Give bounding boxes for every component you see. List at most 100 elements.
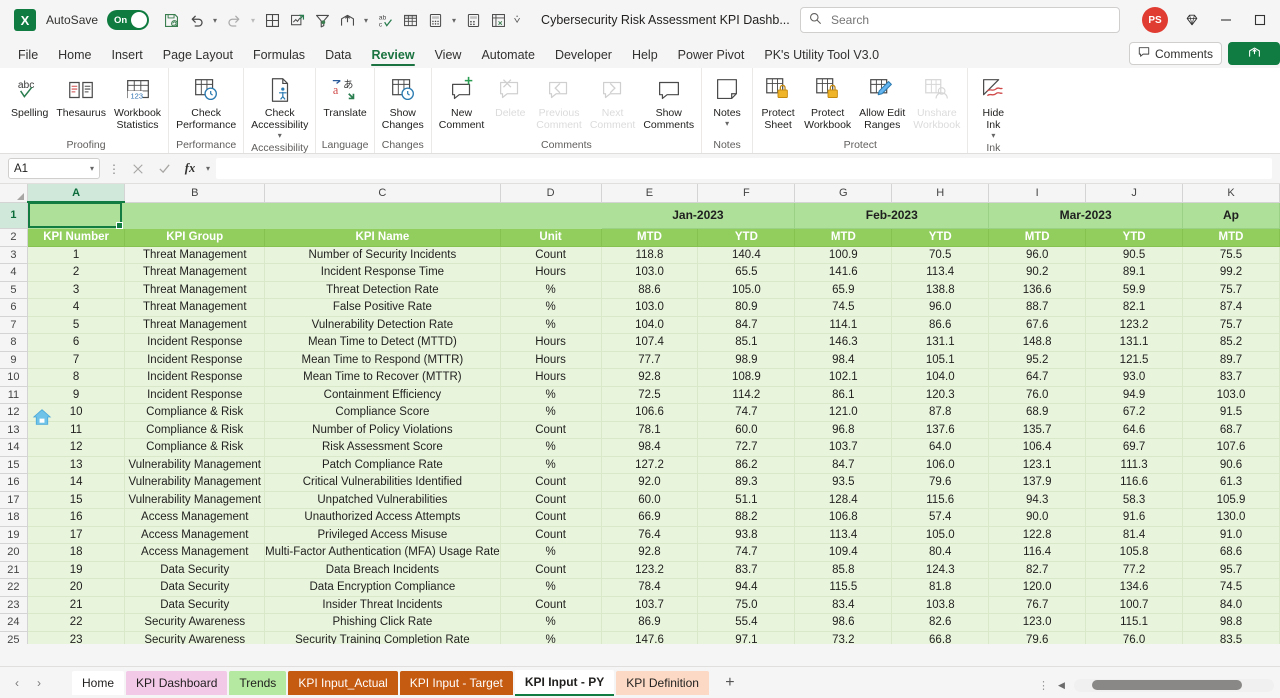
cell-c5[interactable]: Threat Detection Rate — [264, 281, 501, 299]
cell-d16[interactable]: Count — [500, 473, 602, 492]
cell-b13[interactable]: Compliance & Risk — [124, 421, 266, 439]
cell-e3[interactable]: 118.8 — [601, 246, 699, 264]
cell-j24[interactable]: 115.1 — [1085, 613, 1184, 632]
next-sheet-button[interactable]: › — [28, 671, 50, 695]
cell-k9[interactable]: 89.7 — [1182, 351, 1280, 369]
cell-b11[interactable]: Incident Response — [124, 386, 266, 404]
horizontal-scrollbar-thumb[interactable] — [1091, 680, 1242, 690]
cell-c14[interactable]: Risk Assessment Score — [264, 438, 501, 457]
cell-j17[interactable]: 58.3 — [1085, 491, 1184, 509]
cell-a9[interactable]: 7 — [27, 351, 126, 369]
cell-i15[interactable]: 123.1 — [988, 456, 1087, 474]
redo-icon[interactable] — [222, 8, 246, 32]
cell-j5[interactable]: 59.9 — [1085, 281, 1184, 299]
cell-j8[interactable]: 131.1 — [1085, 333, 1184, 352]
spreadsheet-grid[interactable]: A B C D E F G H I J K 1 Jan-2023 Feb-2023 Mar-2023 Ap 2 K… — [0, 184, 1280, 644]
column-header-b[interactable]: B — [124, 184, 266, 203]
cell-k10[interactable]: 83.7 — [1182, 368, 1280, 387]
cell-d13[interactable]: Count — [500, 421, 602, 439]
cell-g8[interactable]: 146.3 — [794, 333, 893, 352]
row-header-16[interactable]: 16 — [0, 473, 28, 492]
cell-j9[interactable]: 121.5 — [1085, 351, 1184, 369]
cell-i10[interactable]: 64.7 — [988, 368, 1087, 387]
cell-g12[interactable]: 121.0 — [794, 403, 893, 422]
cell-f24[interactable]: 55.4 — [697, 613, 796, 632]
cell-g14[interactable]: 103.7 — [794, 438, 893, 457]
cell-g15[interactable]: 84.7 — [794, 456, 893, 474]
cell-i18[interactable]: 90.0 — [988, 508, 1087, 527]
cell-b14[interactable]: Compliance & Risk — [124, 438, 266, 457]
cell-a3[interactable]: 1 — [27, 246, 126, 264]
sheet-tab-kpi-input-actual[interactable]: KPI Input_Actual — [288, 670, 398, 695]
spelling-icon[interactable]: ab c — [373, 8, 397, 32]
cell-b10[interactable]: Incident Response — [124, 368, 266, 387]
sheet-tab-kpi-input-target[interactable]: KPI Input - Target — [399, 670, 513, 695]
hide-ink-button[interactable]: Hide Ink ▾ — [971, 72, 1015, 142]
cell-i7[interactable]: 67.6 — [988, 316, 1087, 334]
row-header-15[interactable]: 15 — [0, 456, 28, 474]
column-header-c[interactable]: C — [264, 184, 501, 203]
share-dropdown-icon[interactable]: ▾ — [360, 8, 372, 32]
cell-b9[interactable]: Incident Response — [124, 351, 266, 369]
cell-j3[interactable]: 90.5 — [1085, 246, 1184, 264]
cell-g10[interactable]: 102.1 — [794, 368, 893, 387]
spelling-button[interactable]: abc Spelling — [7, 72, 52, 121]
check-accessibility-chevron-icon[interactable]: ▾ — [278, 131, 282, 140]
cell-g6[interactable]: 74.5 — [794, 298, 893, 317]
table-icon[interactable] — [398, 8, 422, 32]
header-cell-b2[interactable]: KPI Group — [124, 228, 266, 247]
cell-j15[interactable]: 111.3 — [1085, 456, 1184, 474]
row-header-10[interactable]: 10 — [0, 368, 28, 387]
header-cell-c2[interactable]: KPI Name — [264, 228, 501, 247]
cell-g20[interactable]: 109.4 — [794, 543, 893, 562]
cell-k21[interactable]: 95.7 — [1182, 561, 1280, 579]
cell-a6[interactable]: 4 — [27, 298, 126, 317]
cell-a23[interactable]: 21 — [27, 596, 126, 614]
cell-d21[interactable]: Count — [500, 561, 602, 579]
cell-j22[interactable]: 134.6 — [1085, 578, 1184, 597]
cell-i16[interactable]: 137.9 — [988, 473, 1087, 492]
cell-c9[interactable]: Mean Time to Respond (MTTR) — [264, 351, 501, 369]
header-cell-f2[interactable]: YTD — [697, 228, 796, 247]
cell-a11[interactable]: 9 — [27, 386, 126, 404]
cell-h6[interactable]: 96.0 — [891, 298, 990, 317]
cell-e15[interactable]: 127.2 — [601, 456, 699, 474]
cell-g23[interactable]: 83.4 — [794, 596, 893, 614]
share-button[interactable] — [1228, 42, 1280, 65]
cell-k12[interactable]: 91.5 — [1182, 403, 1280, 422]
cell-b1[interactable] — [124, 202, 266, 229]
cell-b24[interactable]: Security Awareness — [124, 613, 266, 632]
name-box-chevron-icon[interactable]: ▾ — [90, 164, 94, 173]
cell-f17[interactable]: 51.1 — [697, 491, 796, 509]
show-comments-button[interactable]: Show Comments — [639, 72, 698, 133]
ribbon-tab-automate[interactable]: Automate — [471, 45, 545, 68]
cell-d14[interactable]: % — [500, 438, 602, 457]
cell-i20[interactable]: 116.4 — [988, 543, 1087, 562]
enter-icon[interactable] — [154, 159, 174, 179]
header-cell-h2[interactable]: YTD — [891, 228, 990, 247]
cell-e12[interactable]: 106.6 — [601, 403, 699, 422]
cell-e17[interactable]: 60.0 — [601, 491, 699, 509]
cell-c13[interactable]: Number of Policy Violations — [264, 421, 501, 439]
cell-k6[interactable]: 87.4 — [1182, 298, 1280, 317]
formula-input[interactable] — [216, 158, 1272, 179]
cell-j6[interactable]: 82.1 — [1085, 298, 1184, 317]
cell-d10[interactable]: Hours — [500, 368, 602, 387]
row-header-11[interactable]: 11 — [0, 386, 28, 404]
cell-k17[interactable]: 105.9 — [1182, 491, 1280, 509]
minimize-button[interactable] — [1210, 4, 1242, 36]
cell-k13[interactable]: 68.7 — [1182, 421, 1280, 439]
document-title[interactable]: Cybersecurity Risk Assessment KPI Dashb.… — [541, 13, 790, 27]
cell-e14[interactable]: 98.4 — [601, 438, 699, 457]
ribbon-tab-help[interactable]: Help — [622, 45, 668, 68]
formula-bar-chevron-icon[interactable]: ▾ — [206, 164, 210, 173]
row-header-4[interactable]: 4 — [0, 263, 28, 282]
redo-dropdown-icon[interactable]: ▾ — [247, 8, 259, 32]
cell-k24[interactable]: 98.8 — [1182, 613, 1280, 632]
cell-g25[interactable]: 73.2 — [794, 631, 893, 644]
new-comment-button[interactable]: New Comment — [435, 72, 489, 133]
cell-a21[interactable]: 19 — [27, 561, 126, 579]
share-arrow-icon[interactable] — [335, 8, 359, 32]
cell-a4[interactable]: 2 — [27, 263, 126, 282]
save-icon[interactable] — [159, 8, 183, 32]
